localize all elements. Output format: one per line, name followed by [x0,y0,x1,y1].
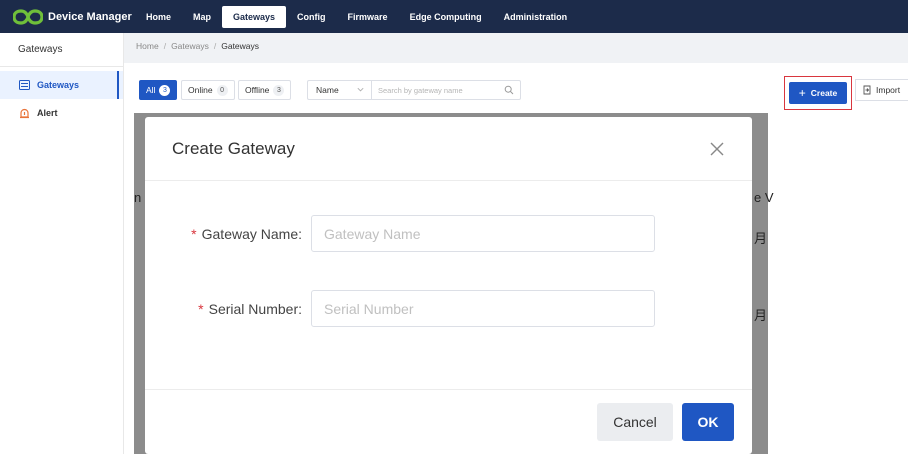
filter-count-badge: 3 [159,84,171,96]
search-field-value: Name [316,85,339,95]
table-cell-fragment: 月 [754,231,768,246]
nav-home[interactable]: Home [135,6,182,28]
ok-button[interactable]: OK [682,403,734,441]
dialog-footer: Cancel OK [145,389,752,454]
chevron-down-icon [357,87,364,92]
nav-config[interactable]: Config [286,6,337,28]
nav-firmware[interactable]: Firmware [337,6,399,28]
required-mark: * [191,226,197,242]
table-header-fragment: e V [754,190,774,205]
nav-edge-computing[interactable]: Edge Computing [399,6,493,28]
label-suffix: : [298,301,302,317]
sidebar-item-label: Gateways [37,80,80,90]
filter-online-button[interactable]: Online 0 [181,80,235,100]
cancel-button[interactable]: Cancel [597,403,673,441]
create-button-highlight: + Create [784,76,852,110]
sidebar-item-label: Alert [37,108,58,118]
search-icon[interactable] [504,85,514,95]
required-mark: * [198,301,204,317]
filter-label: All [146,85,156,95]
search-field-select[interactable]: Name [307,80,371,100]
breadcrumb-gateways[interactable]: Gateways [171,41,209,51]
alert-icon [18,107,30,119]
sidebar-item-gateways[interactable]: Gateways [0,71,123,99]
import-button[interactable]: Import [855,79,908,101]
search-box [371,80,521,100]
nav-map[interactable]: Map [182,6,222,28]
table-cell-fragment: 月 [754,308,768,323]
dialog-header: Create Gateway [145,117,752,181]
filter-count-badge: 3 [273,84,285,96]
serial-number-input[interactable] [311,290,655,327]
nav-administration[interactable]: Administration [493,6,579,28]
breadcrumb-current: Gateways [221,41,260,51]
search-input[interactable] [378,82,498,98]
breadcrumb-separator: / [213,41,217,51]
filter-all-button[interactable]: All 3 [139,80,178,100]
gateway-name-label: * Gateway Name: [191,226,302,242]
sidebar: Gateways Gateways Alert [0,33,124,454]
table-header-fragment: n [134,190,142,205]
top-nav-bar: Device Manager Home Map Gateways Config … [0,0,908,33]
import-button-label: Import [876,85,901,95]
breadcrumb-home[interactable]: Home [136,41,159,51]
create-button-label: Create [810,88,838,98]
create-gateway-dialog: Create Gateway *Gateway Name: *Serial Nu… [145,117,752,454]
breadcrumb: Home / Gateways / Gateways [136,41,259,51]
nav-gateways[interactable]: Gateways [222,5,287,28]
gateway-name-row: * Gateway Name: [145,215,752,253]
infinity-logo-icon [13,8,43,25]
serial-number-label: * Serial Number: [198,301,302,317]
close-icon[interactable] [708,140,726,158]
main-nav: Home Map Gateways Config Firmware Edge C… [135,0,578,33]
sidebar-item-alert[interactable]: Alert [0,99,123,127]
filter-offline-button[interactable]: Offline 3 [238,80,292,100]
label-suffix: : [298,226,302,242]
filter-label: Offline [245,85,270,95]
import-icon [863,85,871,95]
dialog-title: Create Gateway [172,139,295,158]
create-button[interactable]: + Create [789,82,847,104]
plus-icon: + [798,86,806,100]
sidebar-title: Gateways [0,33,123,67]
breadcrumb-separator: / [163,41,167,51]
filter-count-badge: 0 [216,84,228,96]
gateway-icon [18,79,30,91]
app-title: Device Manager [48,10,132,23]
app-logo[interactable]: Device Manager [13,8,135,26]
filter-label: Online [188,85,213,95]
serial-number-row: * Serial Number: [145,290,752,328]
gateway-name-input[interactable] [311,215,655,252]
